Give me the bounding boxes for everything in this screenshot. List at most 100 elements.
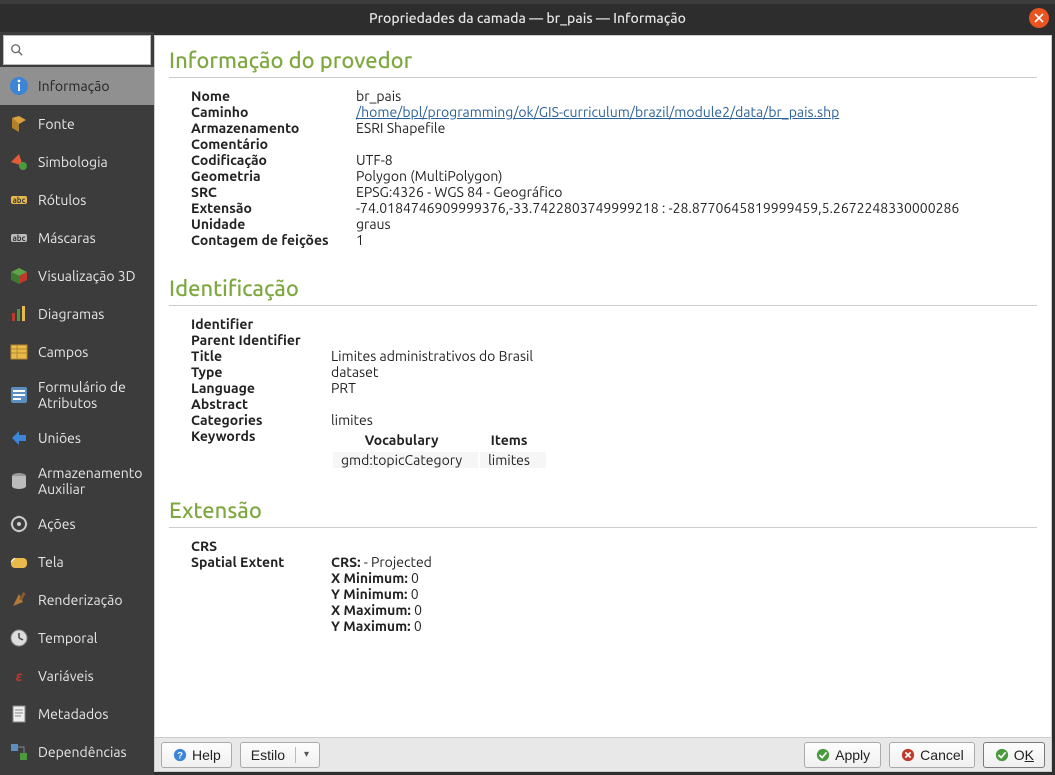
keywords-head-items: Items — [480, 432, 546, 450]
value-caminho-link[interactable]: /home/bpl/programming/ok/GIS-curriculum/… — [356, 104, 839, 120]
close-button[interactable] — [1029, 8, 1049, 28]
ok-icon — [994, 747, 1010, 763]
svg-text:ε: ε — [16, 668, 23, 684]
value-abstract — [331, 396, 548, 412]
sidebar-item-label: Renderização — [38, 592, 123, 608]
label-codificacao: Codificação — [191, 152, 356, 168]
sidebar-item-form[interactable]: Formulário de Atributos — [0, 371, 154, 419]
label-contagem: Contagem de feições — [191, 232, 356, 248]
sidebar-item-joins[interactable]: Uniões — [0, 419, 154, 457]
content-pane: Informação do provedor Nomebr_pais Camin… — [155, 36, 1051, 737]
help-button[interactable]: ? Help — [161, 742, 232, 768]
view3d-icon — [8, 265, 30, 287]
ok-button[interactable]: OK — [983, 742, 1045, 768]
style-button[interactable]: Estilo ▾ — [240, 742, 320, 768]
sidebar-item-label: Temporal — [38, 630, 97, 646]
sidebar-item-label: Fonte — [38, 116, 75, 132]
svg-text:abc: abc — [12, 234, 25, 243]
label-src: SRC — [191, 184, 356, 200]
label-keywords: Keywords — [191, 428, 331, 470]
value-crs — [331, 538, 432, 554]
sidebar-item-label: Dependências — [38, 744, 127, 760]
help-icon: ? — [172, 747, 188, 763]
source-icon — [8, 113, 30, 135]
label-geometria: Geometria — [191, 168, 356, 184]
sidebar-item-diagrams[interactable]: Diagramas — [0, 295, 154, 333]
form-icon — [8, 384, 30, 406]
symbology-icon — [8, 151, 30, 173]
sidebar-item-label: Diagramas — [38, 306, 104, 322]
sidebar-item-deps[interactable]: Dependências — [0, 733, 154, 771]
sidebar-item-aux[interactable]: Armazenamento Auxiliar — [0, 457, 154, 505]
sidebar-item-rendering[interactable]: Renderização — [0, 581, 154, 619]
sidebar-item-label: Tela — [38, 554, 64, 570]
sidebar-search[interactable] — [3, 35, 151, 65]
actions-icon — [8, 513, 30, 535]
svg-text:?: ? — [177, 750, 183, 761]
sidebar-item-label: Armazenamento Auxiliar — [38, 465, 148, 497]
diagrams-icon — [8, 303, 30, 325]
value-extensao: -74.0184746909999376,-33.742280374999921… — [356, 200, 959, 216]
sidebar-item-display[interactable]: Tela — [0, 543, 154, 581]
joins-icon — [8, 427, 30, 449]
sidebar-item-label: Simbologia — [38, 154, 108, 170]
label-identifier: Identifier — [191, 316, 331, 332]
sidebar-item-info[interactable]: Informação — [0, 67, 154, 105]
label-extensao: Extensão — [191, 200, 356, 216]
button-bar: ? Help Estilo ▾ Apply Cancel OK — [155, 737, 1051, 771]
label-nome: Nome — [191, 88, 356, 104]
sidebar-item-labels[interactable]: abc Rótulos — [0, 181, 154, 219]
titlebar: Propriedades da camada — br_pais — Infor… — [0, 4, 1055, 32]
info-icon — [8, 75, 30, 97]
value-nome: br_pais — [356, 88, 959, 104]
sidebar-item-fields[interactable]: Campos — [0, 333, 154, 371]
value-type: dataset — [331, 364, 548, 380]
sidebar-item-temporal[interactable]: Temporal — [0, 619, 154, 657]
sidebar-item-label: Visualização 3D — [38, 268, 136, 284]
sidebar-item-masks[interactable]: abc Máscaras — [0, 219, 154, 257]
sidebar-item-metadata[interactable]: Metadados — [0, 695, 154, 733]
value-geometria: Polygon (MultiPolygon) — [356, 168, 959, 184]
sidebar-item-label: Máscaras — [38, 230, 96, 246]
cancel-button[interactable]: Cancel — [889, 742, 975, 768]
sidebar-item-label: Rótulos — [38, 192, 86, 208]
sidebar-item-label: Uniões — [38, 430, 81, 446]
label-title: Title — [191, 348, 331, 364]
value-src: EPSG:4326 - WGS 84 - Geográfico — [356, 184, 959, 200]
sidebar-item-view3d[interactable]: Visualização 3D — [0, 257, 154, 295]
value-unidade: graus — [356, 216, 959, 232]
keywords-row-vocab: gmd:topicCategory — [333, 452, 478, 468]
sidebar-item-legend[interactable]: Legenda — [0, 771, 154, 775]
masks-icon: abc — [8, 227, 30, 249]
label-type: Type — [191, 364, 331, 380]
svg-text:abc: abc — [12, 196, 25, 205]
sidebar: Informação Fonte Simbologia abc Rótulos abc Má… — [0, 32, 154, 775]
keywords-head-vocab: Vocabulary — [333, 432, 478, 450]
value-comentario — [356, 136, 959, 152]
label-spatial-extent: Spatial Extent — [191, 554, 331, 634]
label-abstract: Abstract — [191, 396, 331, 412]
label-armazenamento: Armazenamento — [191, 120, 356, 136]
sidebar-item-variables[interactable]: εVariáveis — [0, 657, 154, 695]
sidebar-item-actions[interactable]: Ações — [0, 505, 154, 543]
value-armazenamento: ESRI Shapefile — [356, 120, 959, 136]
label-caminho: Caminho — [191, 104, 356, 120]
sidebar-item-label: Ações — [38, 516, 76, 532]
chevron-down-icon: ▾ — [304, 749, 309, 760]
apply-button[interactable]: Apply — [804, 742, 881, 768]
window-title: Propriedades da camada — br_pais — Infor… — [369, 10, 686, 26]
label-comentario: Comentário — [191, 136, 356, 152]
cancel-icon — [900, 747, 916, 763]
label-language: Language — [191, 380, 331, 396]
value-contagem: 1 — [356, 232, 959, 248]
sidebar-item-source[interactable]: Fonte — [0, 105, 154, 143]
label-unidade: Unidade — [191, 216, 356, 232]
sidebar-item-symbology[interactable]: Simbologia — [0, 143, 154, 181]
fields-icon — [8, 341, 30, 363]
value-title: Limites administrativos do Brasil — [331, 348, 548, 364]
metadata-icon — [8, 703, 30, 725]
temporal-icon — [8, 627, 30, 649]
label-parent-identifier: Parent Identifier — [191, 332, 331, 348]
display-icon — [8, 551, 30, 573]
close-icon — [1034, 13, 1044, 23]
